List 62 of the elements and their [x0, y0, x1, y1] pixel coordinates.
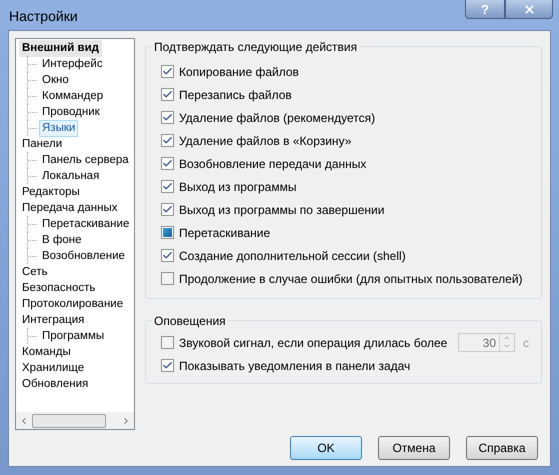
check-icon — [162, 250, 173, 261]
checkbox-label[interactable]: Выход из программы по завершении — [179, 200, 384, 218]
horizontal-scrollbar[interactable] — [16, 412, 134, 429]
tree-item[interactable]: Интерфейс — [39, 56, 106, 72]
scrollbar-thumb[interactable] — [32, 414, 106, 428]
checkbox-label[interactable]: Выход из программы — [179, 178, 296, 196]
tree-item[interactable]: Хранилище — [19, 360, 88, 376]
check-icon — [162, 181, 173, 192]
close-icon — [522, 2, 536, 16]
tree-item[interactable]: Проводник — [39, 104, 103, 120]
checkbox[interactable] — [161, 65, 174, 78]
tree-item[interactable]: Коммандер — [39, 88, 106, 104]
checkbox[interactable] — [161, 203, 174, 216]
checkbox-label[interactable]: Копирование файлов — [179, 62, 299, 80]
tree-item[interactable]: Передача данных — [19, 200, 120, 216]
tree-item[interactable]: Обновления — [19, 376, 92, 392]
checkbox-label[interactable]: Удаление файлов (рекомендуется) — [179, 108, 376, 126]
close-button[interactable] — [505, 0, 553, 19]
tree-item[interactable]: Панель сервера — [39, 152, 132, 168]
checkbox[interactable] — [161, 249, 174, 262]
checkbox-label[interactable]: Создание дополнительной сессии (shell) — [179, 246, 406, 264]
tree-item[interactable]: Программы — [39, 328, 108, 344]
checkbox[interactable] — [161, 157, 174, 170]
tree-item[interactable]: Интеграция — [19, 312, 88, 328]
tree-item[interactable]: Команды — [19, 344, 74, 360]
tree-item[interactable]: Редакторы — [19, 184, 83, 200]
dialog-button[interactable]: Отмена — [378, 436, 450, 460]
checkbox-label[interactable]: Показывать уведомления в панели задач — [179, 356, 410, 374]
checkbox-label[interactable]: Перетаскивание — [179, 224, 270, 242]
unit-label: с — [523, 334, 529, 352]
checkbox-label[interactable]: Перезапись файлов — [179, 86, 292, 104]
checkbox[interactable] — [161, 180, 174, 193]
checkbox[interactable] — [161, 88, 174, 101]
check-icon — [162, 112, 173, 123]
checkbox[interactable] — [161, 272, 174, 285]
tree-item[interactable]: Безопасность — [19, 280, 98, 296]
check-icon — [162, 204, 173, 215]
checkbox-label[interactable]: Удаление файлов в «Корзину» — [179, 132, 352, 150]
tree-item[interactable]: Панели — [19, 136, 66, 152]
tree-item[interactable]: Сеть — [19, 264, 51, 280]
spin-value: 30 — [482, 334, 497, 352]
window-title: Настройки — [8, 6, 78, 26]
check-icon — [162, 66, 173, 77]
checkbox[interactable] — [161, 359, 174, 372]
check-icon — [162, 89, 173, 100]
checkbox-label[interactable]: Возобновление передачи данных — [179, 154, 366, 172]
check-icon — [162, 158, 173, 169]
tree-item[interactable]: Языки — [39, 120, 78, 136]
checkbox[interactable] — [161, 111, 174, 124]
tree-item[interactable]: Перетаскивание — [39, 216, 132, 232]
checkbox[interactable] — [161, 134, 174, 147]
tree-item[interactable]: Возобновление — [39, 248, 128, 264]
tree-item[interactable]: Окно — [39, 72, 72, 88]
check-icon — [162, 135, 173, 146]
tree-item[interactable]: В фоне — [39, 232, 84, 248]
checkbox-label[interactable]: Продолжение в случае ошибки (для опытных пользователей) — [179, 270, 523, 288]
tree-item[interactable]: Внешний вид — [19, 40, 102, 56]
tree-item[interactable]: Протоколирование — [19, 296, 126, 312]
dialog-button[interactable]: Справка — [466, 436, 538, 460]
tree-item[interactable]: Локальная — [39, 168, 102, 184]
check-icon — [162, 360, 173, 371]
dialog-button[interactable]: OK — [290, 436, 362, 460]
